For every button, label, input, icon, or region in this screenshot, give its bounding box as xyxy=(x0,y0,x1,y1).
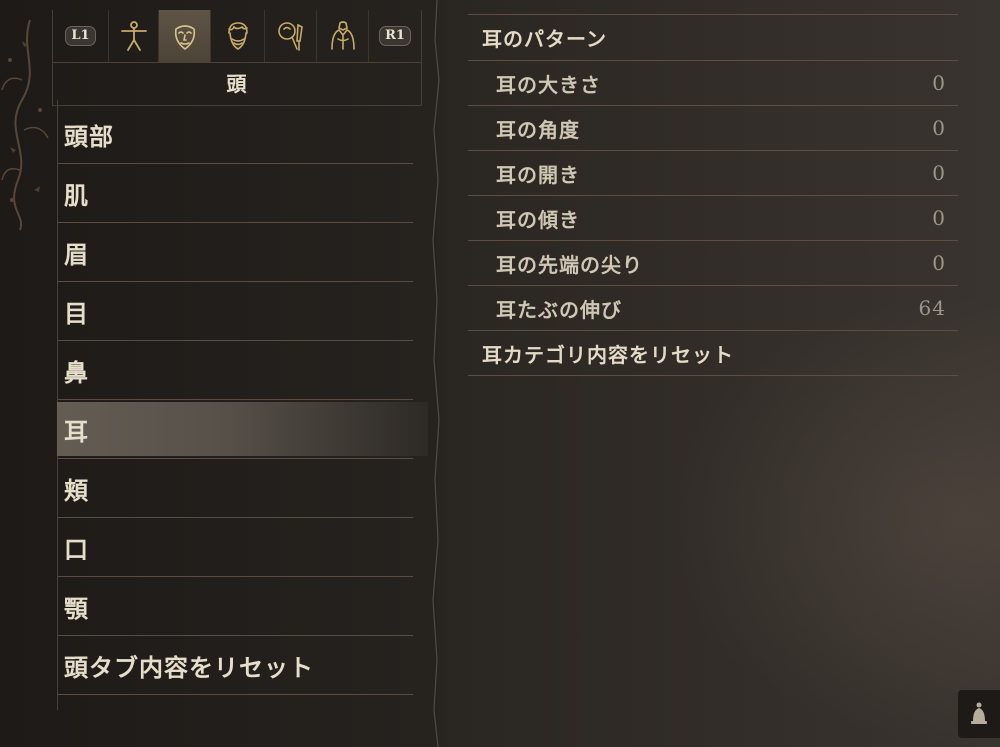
slider-value: 0 xyxy=(932,161,946,185)
tab-cosmetics[interactable] xyxy=(265,10,317,62)
slider-label: 耳の傾き xyxy=(496,207,580,232)
ear-tip-pointiness-row[interactable]: 耳の先端の尖り 0 xyxy=(468,241,958,286)
category-label: 頭タブ内容をリセット xyxy=(64,652,314,682)
slider-value: 0 xyxy=(932,206,946,230)
bell-glyph xyxy=(971,702,987,724)
slider-value: 0 xyxy=(932,71,946,95)
category-label: 目 xyxy=(64,298,89,328)
category-item-skin[interactable]: 肌 xyxy=(57,164,413,223)
ear-tilt-row[interactable]: 耳の傾き 0 xyxy=(468,196,958,241)
slider-label: 耳の開き xyxy=(496,162,580,187)
category-label: 頬 xyxy=(64,475,89,505)
body-icon xyxy=(120,21,147,51)
category-item-head[interactable]: 頭部 xyxy=(57,105,413,164)
l1-label: L1 xyxy=(65,26,96,46)
category-label: 口 xyxy=(64,534,89,564)
category-item-cheeks[interactable]: 頬 xyxy=(57,459,413,518)
category-item-mouth[interactable]: 口 xyxy=(57,518,413,577)
category-item-eyes[interactable]: 目 xyxy=(57,282,413,341)
physique-icon xyxy=(330,21,355,50)
earlobe-length-row[interactable]: 耳たぶの伸び 64 xyxy=(468,286,958,331)
slider-value: 0 xyxy=(932,251,946,275)
torn-edge xyxy=(428,0,440,747)
character-creation-screen: L1 R1 頭 頭部 肌 眉 目 鼻 耳 頬 口 顎 頭タブ内容をリセット 耳の… xyxy=(0,0,1000,747)
slider-label: 耳の先端の尖り xyxy=(496,252,643,277)
category-list: 頭部 肌 眉 目 鼻 耳 頬 口 顎 頭タブ内容をリセット xyxy=(57,105,433,695)
ear-angle-row[interactable]: 耳の角度 0 xyxy=(468,106,958,151)
category-item-eyebrows[interactable]: 眉 xyxy=(57,223,413,282)
tab-physique[interactable] xyxy=(317,10,369,62)
slider-value: 64 xyxy=(918,296,946,320)
tab-row: L1 R1 xyxy=(53,10,421,63)
active-tab-title: 頭 xyxy=(226,72,248,96)
category-item-jaw[interactable]: 顎 xyxy=(57,577,413,636)
slider-label: 耳たぶの伸び xyxy=(496,297,622,322)
slider-label: 耳の角度 xyxy=(496,117,580,142)
category-label: 顎 xyxy=(64,593,89,623)
tab-bar: L1 R1 頭 xyxy=(52,10,422,106)
l1-button[interactable]: L1 xyxy=(53,10,109,62)
category-item-ears[interactable]: 耳 xyxy=(57,400,433,459)
reset-head-tab-button[interactable]: 頭タブ内容をリセット xyxy=(57,636,413,695)
face-icon xyxy=(174,25,195,50)
cosmetics-icon xyxy=(277,22,303,51)
r1-label: R1 xyxy=(379,26,411,46)
ear-openness-row[interactable]: 耳の開き 0 xyxy=(468,151,958,196)
ear-pattern-label: 耳のパターン xyxy=(482,27,607,51)
category-label: 頭部 xyxy=(64,121,114,151)
slider-label: 耳の大きさ xyxy=(496,72,601,97)
r1-button[interactable]: R1 xyxy=(369,10,421,62)
tab-body[interactable] xyxy=(109,10,159,62)
hair-icon xyxy=(227,22,248,50)
bell-icon xyxy=(958,690,1000,738)
ear-pattern-row[interactable]: 耳のパターン xyxy=(468,15,958,61)
ear-size-row[interactable]: 耳の大きさ 0 xyxy=(468,61,958,106)
ear-settings-panel: 耳のパターン 耳の大きさ 0 耳の角度 0 耳の開き 0 耳の傾き 0 耳の先端… xyxy=(468,14,958,376)
category-label: 眉 xyxy=(64,239,89,269)
reset-ear-category-button[interactable]: 耳カテゴリ内容をリセット xyxy=(468,331,958,376)
reset-label: 耳カテゴリ内容をリセット xyxy=(482,342,734,367)
category-label: 肌 xyxy=(64,180,89,210)
slider-value: 0 xyxy=(932,116,946,140)
tab-face[interactable] xyxy=(159,10,211,62)
vine-ornament xyxy=(1,20,49,230)
category-label: 鼻 xyxy=(64,357,89,387)
tab-hair[interactable] xyxy=(211,10,265,62)
category-item-nose[interactable]: 鼻 xyxy=(57,341,413,400)
category-panel: L1 R1 頭 頭部 肌 眉 目 鼻 耳 頬 口 顎 頭タブ内容をリセット xyxy=(0,0,437,747)
category-label: 耳 xyxy=(64,416,89,446)
